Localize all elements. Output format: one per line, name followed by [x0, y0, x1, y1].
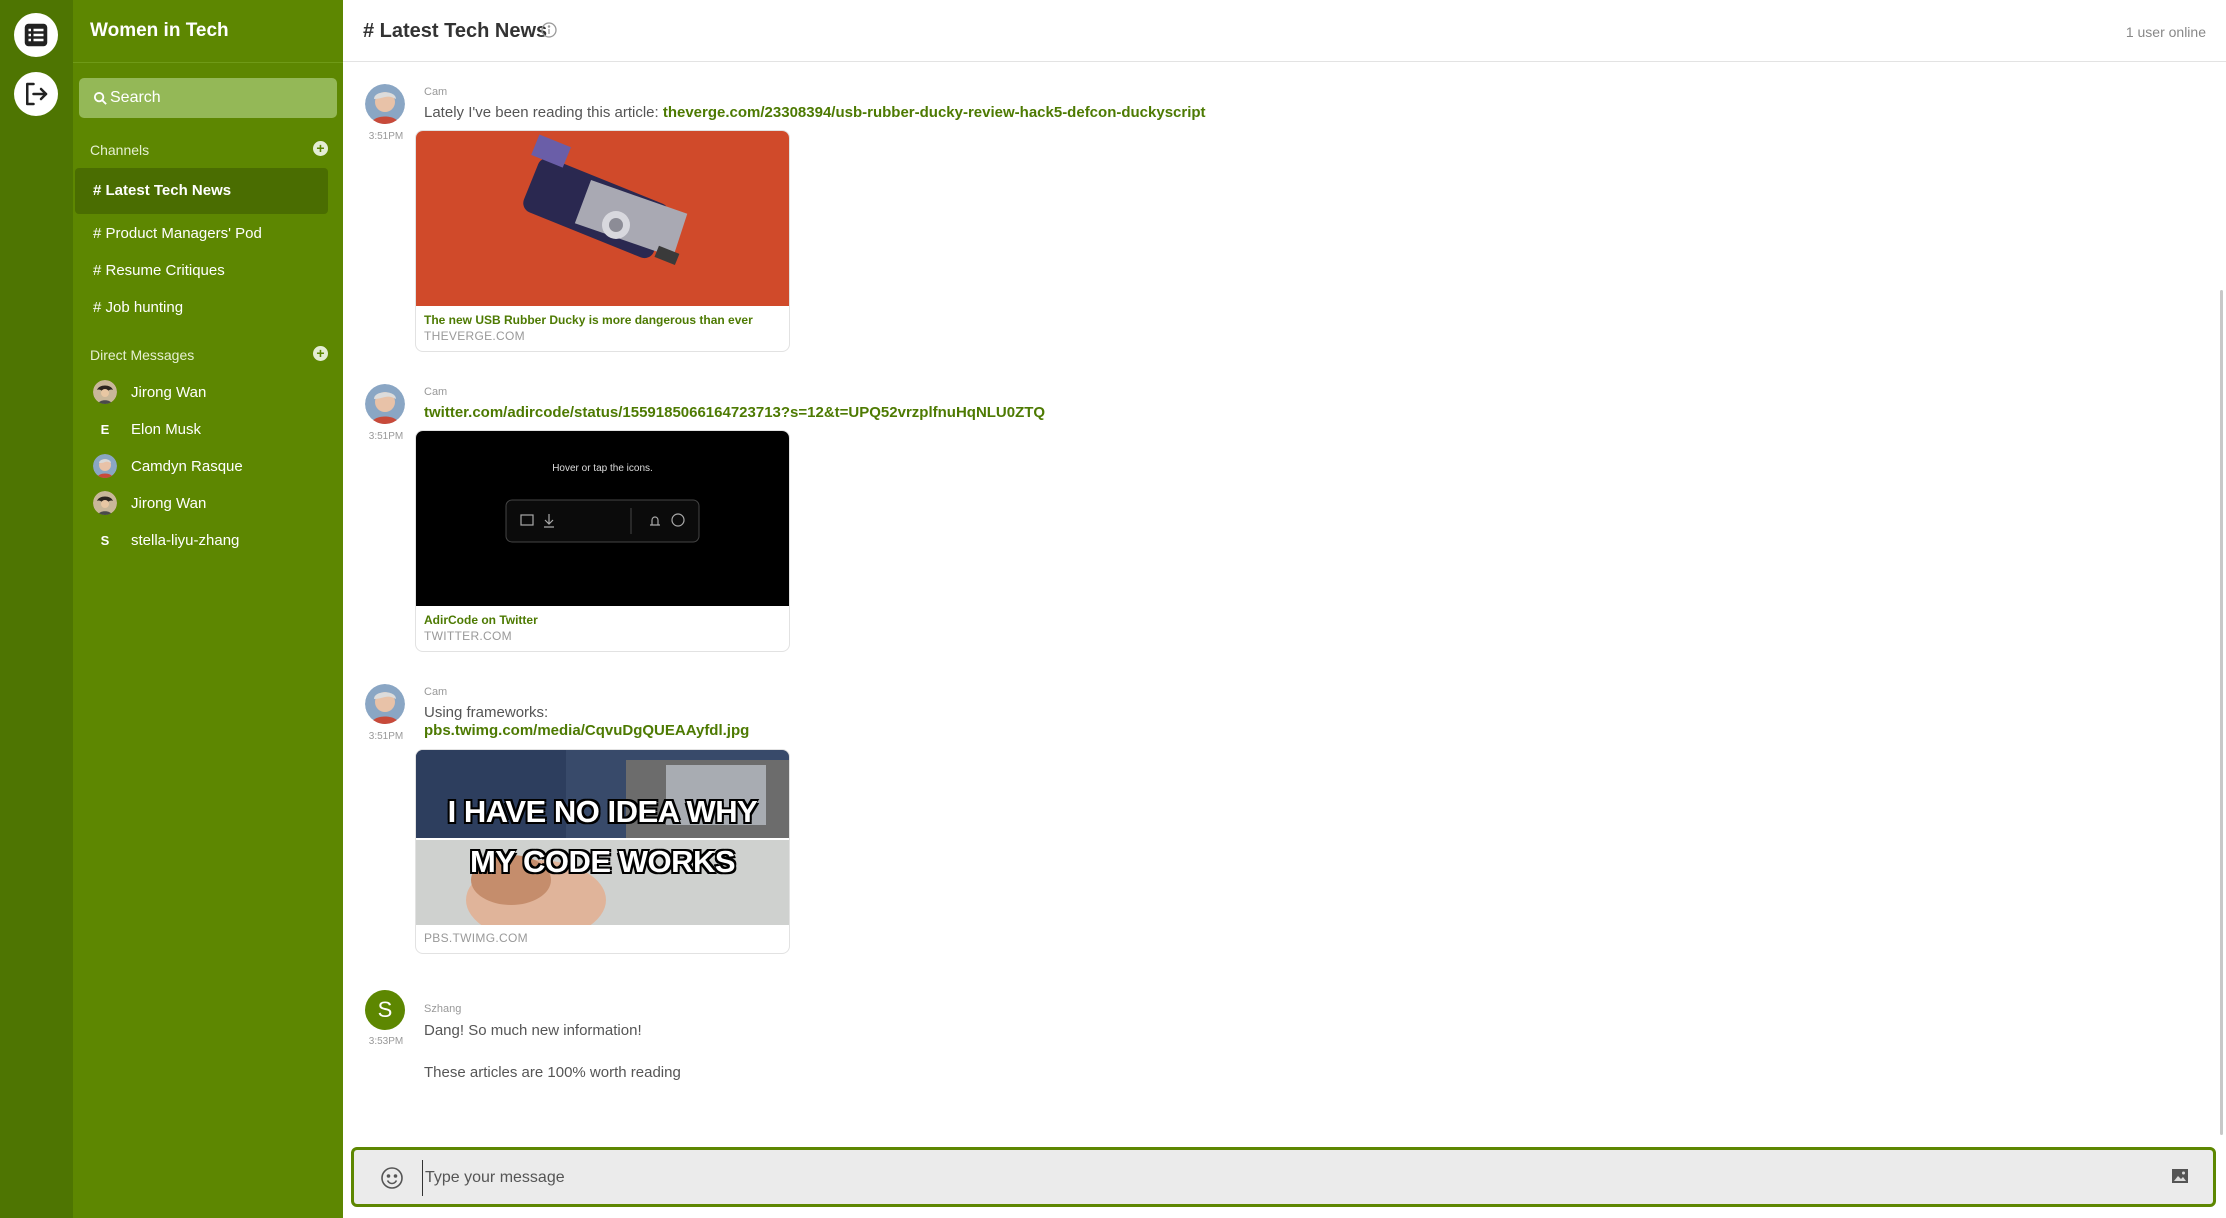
message-text: twitter.com/adircode/status/155918506616…	[424, 404, 1045, 421]
search-icon	[93, 91, 107, 105]
sidebar-divider	[73, 62, 343, 63]
dm-jirong-wan-2[interactable]: Jirong Wan	[93, 491, 206, 515]
channel-resume-critiques[interactable]: # Resume Critiques	[93, 262, 225, 279]
search-placeholder: Search	[110, 89, 161, 106]
message-author: Cam	[424, 686, 448, 698]
app-rail	[0, 0, 73, 1218]
team-name: Women in Tech	[90, 20, 229, 41]
message-link[interactable]: theverge.com/23308394/usb-rubber-ducky-r…	[663, 104, 1206, 121]
main-panel: # Latest Tech News 1 user online 3:51PM …	[343, 0, 2226, 1218]
message-text: These articles are 100% worth reading	[424, 1064, 681, 1081]
message-input[interactable]	[422, 1160, 2127, 1196]
list-icon	[24, 23, 48, 47]
channel-latest-tech-news[interactable]: # Latest Tech News	[75, 168, 328, 214]
preview-domain: THEVERGE.COM	[424, 329, 525, 343]
message-text: Dang! So much new information!	[424, 1022, 642, 1039]
avatar: E	[100, 421, 110, 437]
online-count: 1 user online	[2125, 24, 2206, 40]
dm-jirong-wan[interactable]: Jirong Wan	[93, 380, 206, 404]
message-author: Cam	[424, 386, 448, 398]
avatar	[365, 384, 405, 424]
link-preview-card[interactable]: I HAVE NO IDEA WHY MY CODE WORKS PBS.TWI…	[415, 749, 790, 954]
preview-image	[416, 131, 789, 306]
message-link-line: pbs.twimg.com/media/CqvuDgQUEAAyfdl.jpg	[424, 722, 749, 739]
avatar	[365, 684, 405, 724]
preview-title: AdirCode on Twitter	[424, 613, 538, 627]
image-icon[interactable]	[2171, 1168, 2189, 1184]
channel-header: # Latest Tech News 1 user online	[343, 0, 2226, 62]
avatar	[93, 491, 117, 515]
info-icon[interactable]	[541, 22, 557, 38]
add-dm-button[interactable]: +	[313, 346, 328, 361]
meme-bottom-text: MY CODE WORKS	[469, 844, 736, 879]
message-time: 3:51PM	[368, 431, 404, 442]
message-time: 3:53PM	[368, 1036, 404, 1047]
channel-title: # Latest Tech News	[363, 20, 548, 42]
message-link[interactable]: twitter.com/adircode/status/155918506616…	[424, 404, 1045, 421]
plus-icon: +	[316, 140, 325, 156]
avatar	[93, 380, 117, 404]
dm-elon-musk[interactable]: E Elon Musk	[93, 417, 201, 441]
preview-domain: TWITTER.COM	[424, 629, 512, 643]
message-text: Using frameworks:	[424, 704, 549, 721]
scrollbar[interactable]	[2220, 290, 2223, 1135]
plus-icon: +	[316, 345, 325, 361]
add-channel-button[interactable]: +	[313, 141, 328, 156]
message-text: Lately I've been reading this article: t…	[424, 104, 1206, 121]
message-composer	[351, 1147, 2216, 1207]
sidebar: Women in Tech Search Channels + # Latest…	[73, 0, 343, 1218]
message-author: Szhang	[424, 1003, 462, 1015]
preview-image: Hover or tap the icons.	[416, 431, 789, 606]
avatar: S	[100, 532, 110, 548]
meme-top-text: I HAVE NO IDEA WHY	[447, 794, 758, 829]
message-link[interactable]: pbs.twimg.com/media/CqvuDgQUEAAyfdl.jpg	[424, 722, 749, 739]
direct-messages-heading: Direct Messages	[90, 347, 195, 363]
search-box[interactable]: Search	[79, 78, 337, 118]
logout-button[interactable]	[14, 72, 58, 116]
dm-camdyn-rasque[interactable]: Camdyn Rasque	[93, 454, 243, 478]
message-time: 3:51PM	[368, 131, 404, 142]
preview-domain: PBS.TWIMG.COM	[424, 931, 528, 945]
avatar	[93, 454, 117, 478]
avatar	[365, 84, 405, 124]
preview-title: The new USB Rubber Ducky is more dangero…	[424, 313, 753, 327]
emoji-icon[interactable]	[380, 1166, 404, 1190]
message-time: 3:51PM	[368, 731, 404, 742]
message-author: Cam	[424, 86, 448, 98]
preview-image: I HAVE NO IDEA WHY MY CODE WORKS	[416, 750, 789, 925]
channel-product-managers-pod[interactable]: # Product Managers' Pod	[93, 225, 262, 242]
workspaces-button[interactable]	[14, 13, 58, 57]
channel-job-hunting[interactable]: # Job hunting	[93, 299, 183, 316]
link-preview-card[interactable]: Hover or tap the icons. AdirCode on Twit…	[415, 430, 790, 652]
dm-stella-liyu-zhang[interactable]: S stella-liyu-zhang	[93, 528, 240, 552]
link-preview-card[interactable]: The new USB Rubber Ducky is more dangero…	[415, 130, 790, 352]
logout-icon	[26, 82, 48, 106]
channels-heading: Channels	[90, 142, 150, 158]
avatar: S	[365, 990, 405, 1030]
